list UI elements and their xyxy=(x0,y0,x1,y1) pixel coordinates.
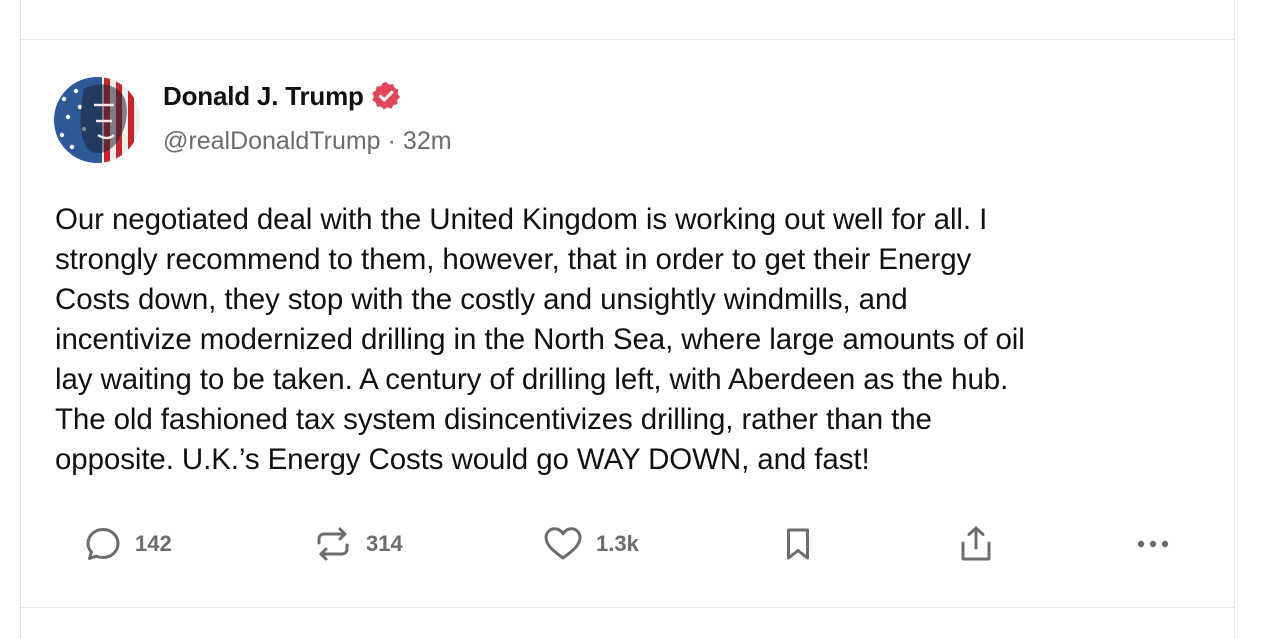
post-body-line: Our negotiated deal with the United King… xyxy=(55,203,988,236)
verified-badge-icon xyxy=(370,80,402,112)
avatar[interactable] xyxy=(54,77,140,163)
post-timestamp[interactable]: 32m xyxy=(403,127,452,156)
post-body-line: lay waiting to be taken. A century of dr… xyxy=(55,363,1009,396)
feed-column: Donald J. Trump @realDonaldTrump · 32m Our… xyxy=(20,0,1235,639)
post-body-line: opposite. U.K.’s Energy Costs would go W… xyxy=(55,443,870,476)
share-icon xyxy=(961,526,991,561)
post-body-line: strongly recommend to them, however, tha… xyxy=(55,243,972,276)
author-name-row: Donald J. Trump xyxy=(163,78,402,114)
divider-bottom xyxy=(21,607,1234,608)
more-icon xyxy=(1137,540,1169,548)
like-count: 1.3k xyxy=(596,531,639,556)
heart-icon xyxy=(544,527,582,560)
post-body-line: incentivize modernized drilling in the N… xyxy=(55,323,1025,356)
avatar-image xyxy=(54,77,140,163)
author-meta-row: @realDonaldTrump · 32m xyxy=(163,127,452,156)
retruth-button[interactable]: 314 xyxy=(312,524,403,564)
bookmark-button[interactable] xyxy=(778,524,818,564)
meta-separator: · xyxy=(387,127,396,155)
retruth-icon xyxy=(317,527,349,561)
share-button[interactable] xyxy=(956,524,996,564)
bookmark-icon xyxy=(787,528,809,560)
page: Donald J. Trump @realDonaldTrump · 32m Our… xyxy=(0,0,1265,639)
author-handle[interactable]: @realDonaldTrump xyxy=(163,127,381,156)
reply-count: 142 xyxy=(135,531,172,556)
post[interactable]: Donald J. Trump @realDonaldTrump · 32m Our… xyxy=(21,40,1234,607)
like-button[interactable]: 1.3k xyxy=(542,524,639,564)
post-actions-bar: 142 314 1.3k xyxy=(21,524,1234,564)
post-body: Our negotiated deal with the United King… xyxy=(55,200,1205,480)
more-options-button[interactable] xyxy=(1133,524,1173,564)
reply-icon xyxy=(86,528,120,560)
retruth-count: 314 xyxy=(366,531,403,556)
post-body-line: Costs down, they stop with the costly an… xyxy=(55,283,908,316)
post-body-line: The old fashioned tax system disincentiv… xyxy=(55,403,932,436)
author-display-name[interactable]: Donald J. Trump xyxy=(163,81,364,112)
reply-button[interactable]: 142 xyxy=(83,524,172,564)
